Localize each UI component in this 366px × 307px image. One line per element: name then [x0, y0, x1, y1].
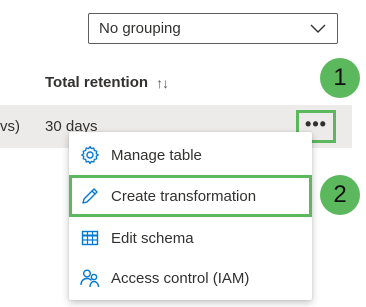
- menu-item-label: Manage table: [111, 146, 202, 164]
- context-menu: Manage table Create transformation Edit …: [69, 132, 312, 300]
- gear-icon: [79, 144, 101, 166]
- people-icon: [79, 267, 101, 289]
- grouping-dropdown[interactable]: No grouping: [88, 13, 338, 44]
- menu-item-access-control[interactable]: Access control (IAM): [69, 257, 312, 299]
- callout-badge-2: 2: [320, 175, 360, 215]
- menu-item-label: Edit schema: [111, 229, 194, 247]
- menu-item-manage-table[interactable]: Manage table: [69, 134, 312, 176]
- callout-badge-1: 1: [320, 58, 360, 98]
- column-header-total-retention[interactable]: Total retention ↑↓: [45, 74, 169, 91]
- grouping-dropdown-value: No grouping: [99, 20, 181, 37]
- menu-item-edit-schema[interactable]: Edit schema: [69, 217, 312, 259]
- menu-item-label: Access control (IAM): [111, 269, 250, 287]
- pencil-icon: [79, 185, 101, 207]
- menu-item-create-transformation[interactable]: Create transformation: [69, 175, 312, 217]
- column-header-label: Total retention: [45, 74, 149, 91]
- menu-item-label: Create transformation: [111, 187, 257, 205]
- table-icon: [79, 227, 101, 249]
- chevron-down-icon: [310, 24, 326, 33]
- ellipsis-icon: •••: [305, 113, 327, 134]
- sort-icon[interactable]: ↑↓: [156, 75, 169, 91]
- row-truncated-cell: vs): [0, 118, 20, 135]
